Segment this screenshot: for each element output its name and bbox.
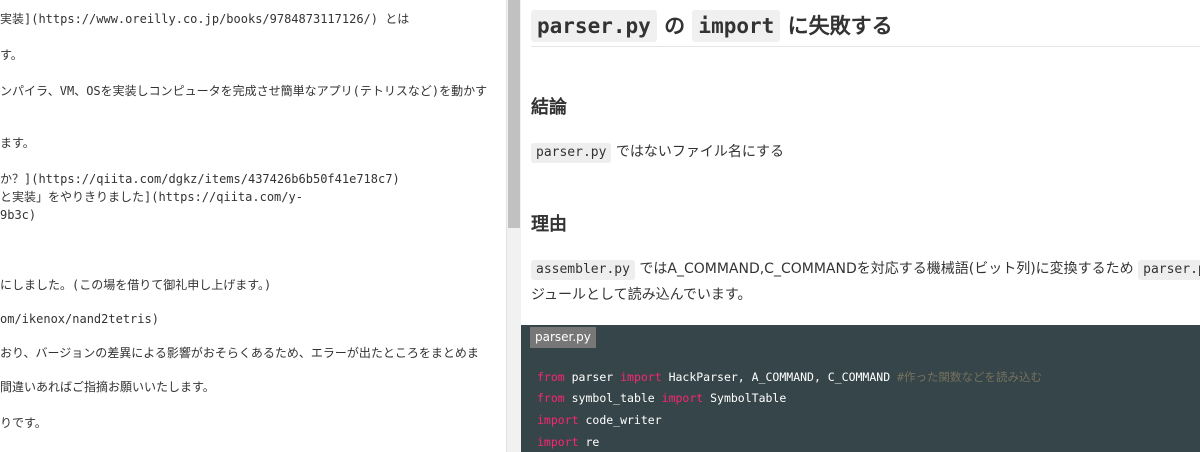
inline-code: parser.py xyxy=(531,143,612,163)
editor-line: ます。 xyxy=(0,136,35,150)
section-heading-conclusion: 結論 xyxy=(531,97,567,118)
code-text: re xyxy=(578,435,600,449)
reason-paragraph-line1: assembler.py ではA_COMMAND,C_COMMANDを対応する機… xyxy=(531,256,1200,282)
inline-code: parser.py xyxy=(1138,260,1200,280)
code-keyword: import xyxy=(537,435,579,449)
editor-line: にしました。(この場を借りて御礼申し上げます。) xyxy=(0,278,272,292)
editor-line: か？](https://qiita.com/dgkz/items/437426b… xyxy=(0,172,400,186)
editor-line: ンパイラ、VM、OSを実装しコンピュータを完成させ簡単なアプリ(テトリスなど)を… xyxy=(0,84,488,98)
code-comment: #作った関数などを読み込む xyxy=(897,370,1042,384)
code-text: code_writer xyxy=(578,413,662,427)
editor-line: om/ikenox/nand2tetris) xyxy=(0,312,159,326)
code-line: from parser import HackParser, A_COMMAND… xyxy=(537,369,1042,385)
markdown-preview: parser.py の import に失敗する 結論 parser.py では… xyxy=(521,0,1200,452)
editor-line: りです。 xyxy=(0,416,47,430)
code-text: HackParser, A_COMMAND, C_COMMAND xyxy=(661,370,898,384)
paragraph-text: ではないファイル名にする xyxy=(615,144,785,160)
title-code-parser: parser.py xyxy=(531,10,657,42)
editor-line: 実装](https://www.oreilly.co.jp/books/9784… xyxy=(0,12,410,26)
code-keyword: import xyxy=(661,391,704,405)
conclusion-paragraph: parser.py ではないファイル名にする xyxy=(531,139,784,165)
editor-line: おり、バージョンの差異による影響がおそらくあるため、エラーが出たところをまとめま xyxy=(0,346,479,360)
reason-paragraph-line2: ジュールとして読み込んでいます。 xyxy=(531,287,752,303)
page-title: parser.py の import に失敗する xyxy=(531,10,893,42)
editor-line: 9b3c) xyxy=(0,208,37,222)
editor-scrollbar[interactable] xyxy=(506,0,521,452)
code-block: parser.py from parser import HackParser,… xyxy=(521,325,1200,452)
code-line: import code_writer xyxy=(537,413,662,427)
section-heading-reason: 理由 xyxy=(531,214,567,235)
code-line: import re xyxy=(537,435,599,449)
markdown-editor[interactable]: 実装](https://www.oreilly.co.jp/books/9784… xyxy=(0,0,506,452)
code-text: symbol_table xyxy=(564,391,662,405)
inline-code: assembler.py xyxy=(531,260,635,280)
editor-line: 間違いあればご指摘お願いいたします。 xyxy=(0,380,215,394)
editor-line: と実装」をやりきりました](https://qiita.com/y- xyxy=(0,190,303,204)
code-line: from symbol_table import SymbolTable xyxy=(537,391,786,405)
editor-scrollbar-thumb[interactable] xyxy=(508,0,520,228)
editor-line: す。 xyxy=(0,48,23,62)
code-keyword: import xyxy=(620,370,662,384)
code-keyword: from xyxy=(537,370,565,384)
code-filename-label: parser.py xyxy=(530,327,596,348)
code-text: SymbolTable xyxy=(703,391,787,405)
title-text: に失敗する xyxy=(787,14,893,38)
title-divider xyxy=(531,46,1200,47)
code-keyword: from xyxy=(537,391,565,405)
code-keyword: import xyxy=(537,413,579,427)
title-text: の xyxy=(664,14,686,38)
title-code-import: import xyxy=(692,10,781,42)
paragraph-text: ではA_COMMAND,C_COMMANDを対応する機械語(ビット列)に変換する… xyxy=(639,261,1134,277)
code-text: parser xyxy=(564,370,621,384)
